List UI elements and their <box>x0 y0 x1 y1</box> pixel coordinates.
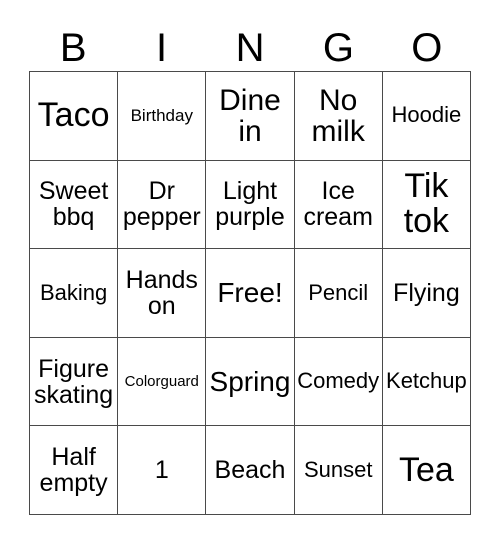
bingo-cell-label: Flying <box>393 278 460 307</box>
bingo-cell-i2[interactable]: Dr pepper <box>118 160 207 250</box>
bingo-grid: Taco Birthday Dine in No milk Hoodie Swe… <box>29 71 471 515</box>
bingo-cell-label: Taco <box>37 96 110 135</box>
bingo-cell-free-space[interactable]: Free! <box>206 249 295 338</box>
bingo-cell-label: Tea <box>398 450 454 489</box>
bingo-cell-n4[interactable]: Spring <box>206 337 295 427</box>
bingo-cell-g4[interactable]: Comedy <box>294 337 383 427</box>
bingo-cell-label: Spring <box>209 366 291 398</box>
bingo-cell-label: Hands on <box>125 265 198 320</box>
bingo-cell-b5[interactable]: Half empty <box>30 426 119 515</box>
bingo-cell-label: Dr pepper <box>122 177 201 232</box>
bingo-cell-label: Pencil <box>308 279 369 305</box>
bingo-cell-b2[interactable]: Sweet bbq <box>30 160 119 250</box>
bingo-cell-b3[interactable]: Baking <box>30 249 119 338</box>
bingo-cell-n1[interactable]: Dine in <box>206 72 295 161</box>
bingo-cell-label: No milk <box>311 83 365 148</box>
bingo-cell-label: Colorguard <box>124 372 199 390</box>
bingo-cell-b4[interactable]: Figure skating <box>30 337 119 427</box>
bingo-cell-label: Half empty <box>39 443 108 498</box>
bingo-cell-i3[interactable]: Hands on <box>118 249 207 338</box>
bingo-cell-o1[interactable]: Hoodie <box>382 72 471 161</box>
bingo-cell-label: Light purple <box>215 177 285 232</box>
bingo-cell-label: Ketchup <box>386 368 467 394</box>
bingo-cell-n2[interactable]: Light purple <box>206 160 295 250</box>
bingo-cell-o5[interactable]: Tea <box>382 426 471 515</box>
bingo-header-letter-o: O <box>411 26 443 70</box>
bingo-cell-label: Ice cream <box>303 177 373 232</box>
bingo-cell-b1[interactable]: Taco <box>30 72 119 161</box>
bingo-header-letter-b: B <box>59 26 87 70</box>
bingo-cell-label: Dine in <box>219 83 281 148</box>
bingo-cell-label: 1 <box>154 456 169 485</box>
bingo-cell-n5[interactable]: Beach <box>206 426 295 515</box>
bingo-cell-i5[interactable]: 1 <box>118 426 207 515</box>
bingo-cell-label: Beach <box>214 456 286 485</box>
bingo-cell-g3[interactable]: Pencil <box>294 249 383 338</box>
bingo-cell-o4[interactable]: Ketchup <box>382 337 471 427</box>
bingo-cell-label: Birthday <box>130 105 193 125</box>
bingo-header-letter-g: G <box>322 26 354 70</box>
bingo-cell-label: Figure skating <box>33 354 114 409</box>
bingo-cell-label: Baking <box>39 279 108 305</box>
bingo-cell-o2[interactable]: Tik tok <box>382 160 471 250</box>
bingo-cell-g1[interactable]: No milk <box>294 72 383 161</box>
bingo-header-row: B I N G O <box>29 14 471 71</box>
bingo-cell-i1[interactable]: Birthday <box>118 72 207 161</box>
bingo-cell-label: Free! <box>217 277 283 309</box>
bingo-cell-label: Hoodie <box>391 102 462 128</box>
bingo-cell-g5[interactable]: Sunset <box>294 426 383 515</box>
bingo-cell-label: Sunset <box>303 456 373 482</box>
bingo-cell-label: Tik tok <box>403 167 450 241</box>
bingo-cell-label: Sweet bbq <box>38 177 109 232</box>
bingo-cell-o3[interactable]: Flying <box>382 249 471 338</box>
bingo-cell-g2[interactable]: Ice cream <box>294 160 383 250</box>
bingo-cell-label: Comedy <box>297 368 380 394</box>
bingo-header-letter-n: N <box>235 26 265 70</box>
bingo-card: B I N G O Taco Birthday Dine in No milk … <box>0 0 500 544</box>
bingo-header-letter-i: I <box>156 26 168 70</box>
bingo-cell-i4[interactable]: Colorguard <box>118 337 207 427</box>
